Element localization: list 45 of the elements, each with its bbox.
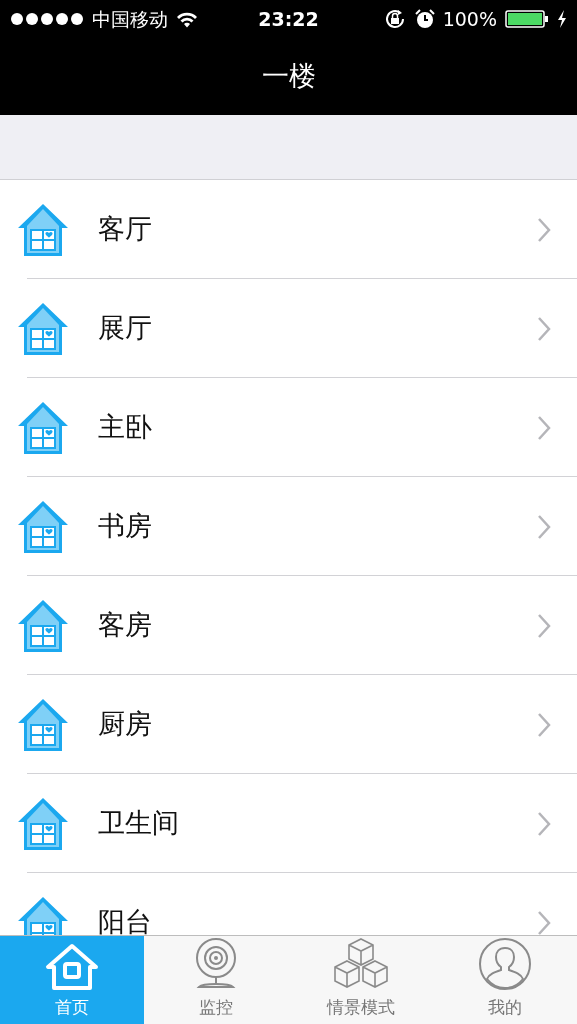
- room-row[interactable]: 客厅: [0, 180, 577, 279]
- room-name: 阳台: [98, 905, 152, 935]
- room-row[interactable]: 客房: [0, 576, 577, 675]
- room-name: 主卧: [98, 410, 152, 445]
- room-row[interactable]: 展厅: [0, 279, 577, 378]
- room-row[interactable]: 主卧: [0, 378, 577, 477]
- charging-icon: [557, 10, 567, 28]
- user-icon: [477, 936, 532, 991]
- room-name: 书房: [98, 509, 152, 544]
- carrier-name: 中国移动: [92, 6, 168, 32]
- house-icon: [16, 498, 70, 555]
- battery-icon: [505, 10, 549, 28]
- alarm-icon: [414, 9, 435, 29]
- room-row[interactable]: 卫生间: [0, 774, 577, 873]
- chevron-icon: [537, 612, 551, 639]
- house-icon: [16, 201, 70, 258]
- house-icon: [16, 300, 70, 357]
- chevron-icon: [537, 414, 551, 441]
- chevron-icon: [537, 513, 551, 540]
- rotation-lock-icon: [384, 9, 407, 29]
- chevron-icon: [537, 711, 551, 738]
- cubes-icon: [331, 936, 390, 991]
- room-name: 卫生间: [98, 806, 179, 841]
- room-name: 厨房: [98, 707, 152, 742]
- signal-icon: [10, 12, 84, 26]
- wifi-icon: [176, 10, 198, 28]
- house-icon: [16, 795, 70, 852]
- status-time: 23:22: [258, 7, 319, 30]
- home-icon: [44, 942, 101, 991]
- house-icon: [16, 399, 70, 456]
- tab-item[interactable]: 情景模式: [288, 936, 433, 1024]
- room-name: 客厅: [98, 212, 152, 247]
- chevron-icon: [537, 216, 551, 243]
- house-icon: [16, 597, 70, 654]
- chevron-icon: [537, 810, 551, 837]
- room-name: 展厅: [98, 311, 152, 346]
- room-row[interactable]: 书房: [0, 477, 577, 576]
- nav-title: 一楼: [261, 59, 316, 94]
- house-icon: [16, 696, 70, 753]
- battery-percent: 100%: [442, 6, 497, 32]
- room-name: 客房: [98, 608, 152, 643]
- tab-item[interactable]: 监控: [144, 936, 289, 1024]
- tab-item[interactable]: 我的: [432, 936, 577, 1024]
- chevron-icon: [537, 315, 551, 342]
- room-row[interactable]: 厨房: [0, 675, 577, 774]
